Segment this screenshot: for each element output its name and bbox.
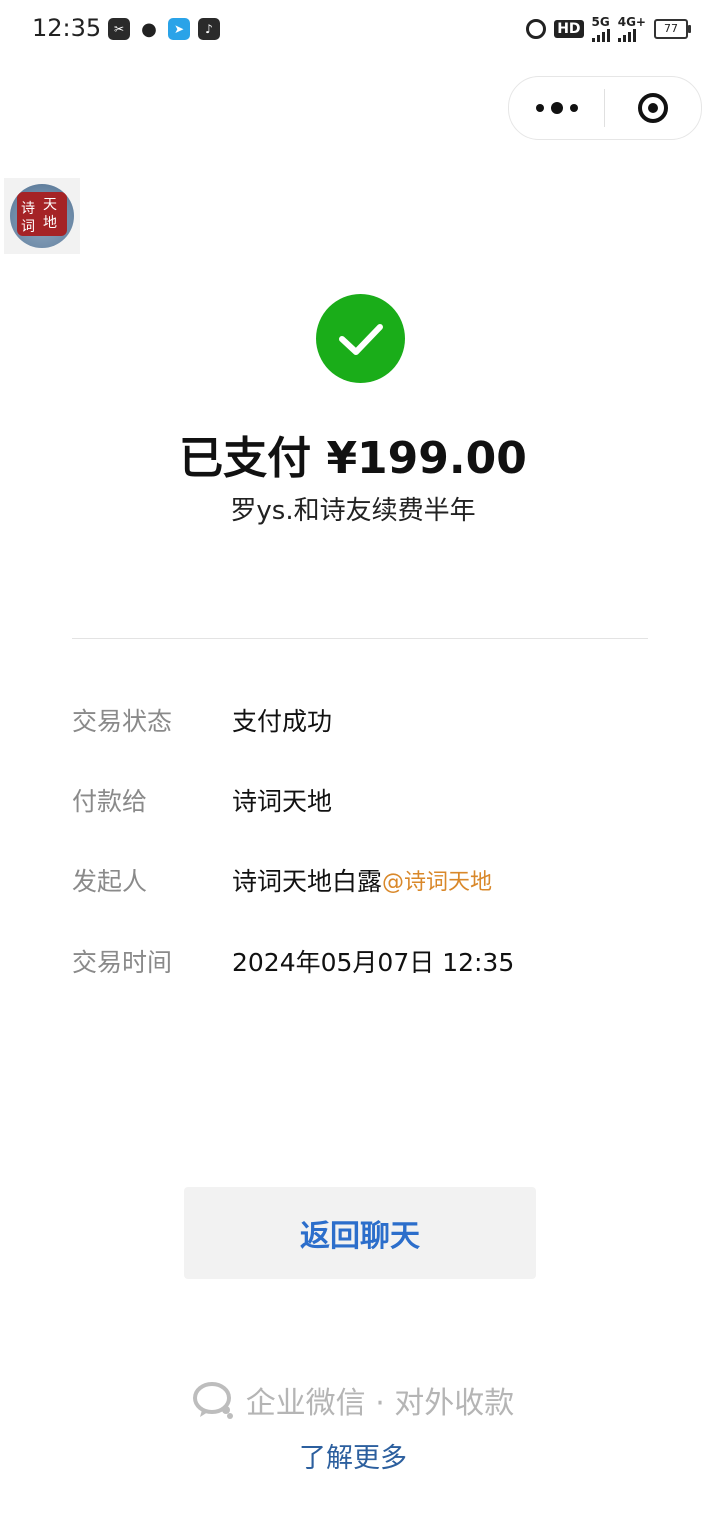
logo-char-1: 诗 bbox=[21, 201, 35, 217]
logo-char-3: 天 bbox=[43, 197, 57, 213]
signal-4g: 4G+ bbox=[617, 15, 646, 42]
target-close-icon[interactable] bbox=[605, 77, 700, 139]
signal-5g: 5G bbox=[591, 15, 610, 42]
scissors-icon: ✂ bbox=[108, 18, 130, 40]
signal-bars-icon bbox=[617, 28, 636, 42]
footer-brand: 企业微信 · 对外收款 bbox=[0, 1378, 706, 1422]
detail-label: 交易时间 bbox=[72, 948, 173, 977]
detail-value: 支付成功 bbox=[232, 707, 333, 736]
back-to-chat-button[interactable]: 返回聊天 bbox=[184, 1187, 536, 1279]
learn-more-link[interactable]: 了解更多 bbox=[0, 1436, 706, 1475]
wecom-logo-icon bbox=[192, 1382, 233, 1419]
status-left-icons: ✂ ● ➤ ♪ bbox=[108, 18, 220, 40]
detail-value: 2024年05月07日 12:35 bbox=[232, 948, 515, 977]
merchant-logo: 诗 词 天 地 bbox=[4, 178, 80, 254]
divider bbox=[72, 638, 648, 639]
more-dots-icon[interactable] bbox=[509, 77, 604, 139]
detail-row-initiator: 发起人 诗词天地白露 @诗词天地 bbox=[72, 860, 672, 900]
status-right-icons: HD 5G 4G+ 77 bbox=[526, 15, 691, 42]
net-4g-label: 4G+ bbox=[617, 15, 646, 29]
detail-value: 诗词天地白露 bbox=[232, 867, 383, 896]
detail-label: 付款给 bbox=[72, 787, 148, 816]
telegram-icon: ➤ bbox=[168, 18, 190, 40]
success-check-icon bbox=[316, 294, 405, 383]
hd-badge: HD bbox=[554, 20, 584, 38]
logo-char-4: 地 bbox=[43, 215, 57, 231]
payment-description: 罗ys.和诗友续费半年 bbox=[230, 496, 476, 526]
detail-label: 交易状态 bbox=[72, 707, 173, 736]
footer-brand-text: 企业微信 · 对外收款 bbox=[245, 1386, 515, 1421]
alarm-icon bbox=[526, 19, 547, 39]
detail-row-time: 交易时间 2024年05月07日 12:35 bbox=[72, 941, 672, 981]
net-5g-label: 5G bbox=[591, 15, 610, 29]
paid-amount: 已支付 ¥199.00 bbox=[179, 433, 527, 484]
detail-label: 发起人 bbox=[72, 867, 148, 896]
wechat-icon: ● bbox=[138, 18, 160, 40]
signal-bars-icon bbox=[591, 28, 610, 42]
miniprogram-capsule bbox=[508, 76, 702, 140]
logo-char-2: 词 bbox=[21, 219, 35, 235]
initiator-mention: @诗词天地 bbox=[382, 870, 493, 895]
battery-icon: 77 bbox=[654, 19, 691, 39]
detail-row-status: 交易状态 支付成功 bbox=[72, 700, 672, 740]
detail-value: 诗词天地 bbox=[232, 787, 333, 816]
status-time: 12:35 bbox=[32, 14, 102, 42]
detail-row-payee: 付款给 诗词天地 bbox=[72, 780, 672, 820]
music-icon: ♪ bbox=[198, 18, 220, 40]
